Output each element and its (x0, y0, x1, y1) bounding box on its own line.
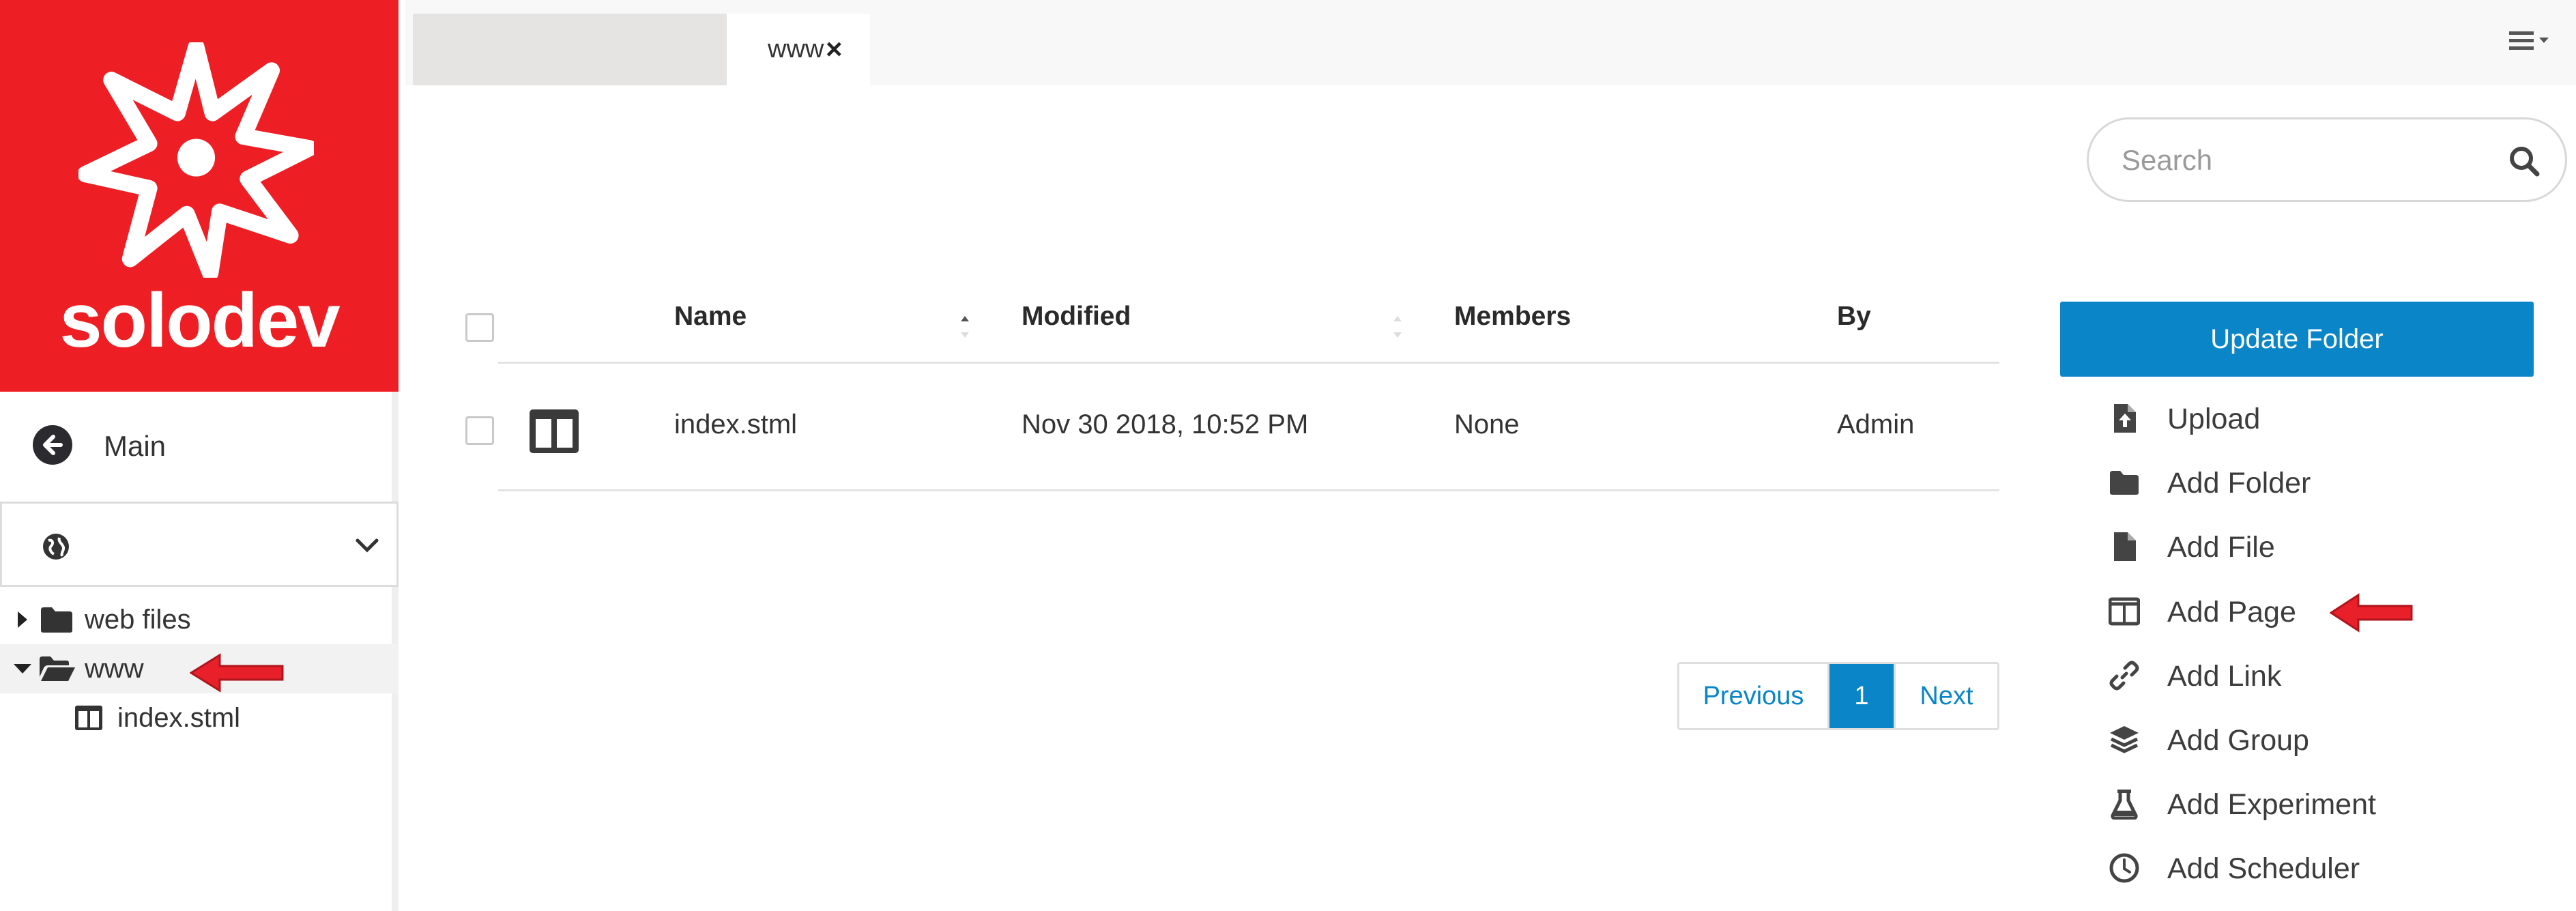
chevron-down-icon (356, 538, 379, 553)
sidebar: solodev Main web files www index.stml (0, 0, 399, 911)
action-label: Add File (2167, 531, 2275, 564)
flask-icon (2111, 790, 2138, 820)
search-box (2087, 117, 2567, 202)
tab-bar: www × (405, 0, 2576, 85)
action-label: Add Group (2167, 724, 2309, 757)
select-all-checkbox[interactable] (465, 313, 494, 342)
site-selector-dropdown[interactable] (0, 502, 399, 587)
logo-star-icon (78, 42, 314, 278)
action-label: Upload (2167, 403, 2261, 435)
add-experiment-action[interactable]: Add Experiment (2109, 776, 2463, 830)
tab-label: www (768, 35, 824, 63)
tab-www[interactable]: www × (727, 14, 870, 85)
cell-by: Admin (1837, 409, 1915, 439)
search-input[interactable] (2122, 140, 2476, 181)
page-icon (2109, 597, 2140, 626)
tree-item-label: www (85, 654, 144, 684)
row-divider (498, 489, 1999, 491)
cell-modified: Nov 30 2018, 10:52 PM (1022, 409, 1309, 439)
page-icon (530, 409, 579, 453)
column-header-name[interactable]: Name (674, 302, 747, 332)
add-link-action[interactable]: Add Link (2109, 648, 2463, 702)
column-header-members[interactable]: Members (1454, 302, 1571, 332)
header-divider (498, 362, 1999, 364)
hamburger-menu-icon[interactable] (2505, 23, 2560, 57)
add-scheduler-action[interactable]: Add Scheduler (2109, 840, 2463, 895)
action-label: Add Folder (2167, 467, 2311, 500)
action-label: Add Experiment (2167, 788, 2376, 821)
action-label: Add Link (2167, 660, 2282, 693)
app-window: solodev Main web files www index.stml ww… (0, 0, 2576, 911)
nav-main-link[interactable]: Main (0, 404, 399, 486)
logo-wordmark: solodev (59, 278, 340, 363)
tree-item-label: index.stml (117, 703, 241, 733)
caret-down-icon[interactable] (14, 663, 31, 674)
caret-right-icon[interactable] (16, 611, 29, 628)
column-header-by[interactable]: By (1837, 302, 1871, 332)
cell-name[interactable]: index.stml (674, 409, 797, 440)
tree-item-web-files[interactable]: web files (0, 595, 399, 644)
file-icon (2114, 532, 2136, 561)
row-checkbox[interactable] (465, 416, 494, 445)
folder-icon (2110, 471, 2139, 495)
red-arrow-annotation (190, 653, 284, 693)
update-folder-button[interactable]: Update Folder (2060, 302, 2534, 377)
search-icon[interactable] (2508, 145, 2540, 177)
add-file-action[interactable]: Add File (2109, 519, 2463, 573)
nav-main-label: Main (104, 430, 167, 462)
sort-arrows-icon[interactable] (1391, 304, 1404, 345)
previous-page-button[interactable]: Previous (1679, 664, 1829, 728)
back-arrow-icon (33, 425, 72, 465)
tree-item-index-stml[interactable]: index.stml (0, 693, 399, 742)
add-group-action[interactable]: Add Group (2109, 712, 2463, 766)
page-icon (75, 706, 102, 730)
clock-icon (2109, 853, 2139, 883)
tree-item-label: web files (85, 605, 191, 635)
add-folder-action[interactable]: Add Folder (2109, 454, 2463, 509)
page-1-button[interactable]: 1 (1829, 664, 1894, 728)
sort-arrows-icon[interactable] (958, 304, 972, 345)
folder-icon (41, 607, 72, 633)
solodev-logo[interactable]: solodev (0, 0, 399, 392)
column-header-modified[interactable]: Modified (1022, 302, 1131, 332)
tab-placeholder[interactable] (413, 14, 727, 85)
layers-icon (2110, 726, 2139, 753)
folder-open-icon (40, 656, 75, 681)
upload-action[interactable]: Upload (2109, 390, 2463, 445)
globe-icon (43, 534, 69, 560)
next-page-button[interactable]: Next (1894, 664, 1997, 728)
action-label: Add Page (2167, 596, 2296, 628)
upload-file-icon (2114, 404, 2136, 433)
pagination: Previous 1 Next (1677, 662, 1999, 730)
link-icon (2109, 661, 2139, 691)
cell-members: None (1454, 409, 1520, 439)
tab-close-icon[interactable]: × (826, 33, 843, 66)
action-label: Add Scheduler (2167, 852, 2360, 885)
red-arrow-annotation (2330, 593, 2413, 633)
